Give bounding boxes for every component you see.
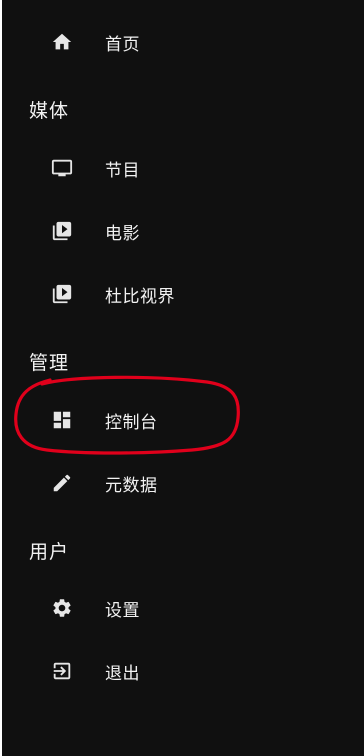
- gear-icon: [50, 596, 74, 620]
- nav-item-home[interactable]: 首页: [4, 18, 364, 66]
- nav-item-label: 杜比视界: [105, 286, 175, 307]
- nav-item-movies[interactable]: 电影: [4, 207, 364, 255]
- nav-item-dashboard[interactable]: 控制台: [4, 396, 364, 444]
- nav-item-label: 节目: [105, 160, 140, 181]
- tv-icon: [50, 156, 74, 180]
- navigation-drawer: 首页 媒体 节目 电影 杜比视界 管理 控制台 元数据 用户 设置 退出: [0, 0, 364, 756]
- section-header-media: 媒体: [29, 100, 70, 122]
- home-icon: [50, 30, 74, 54]
- video-library-icon: [50, 219, 74, 243]
- nav-item-label: 元数据: [105, 475, 158, 496]
- video-library-icon: [50, 282, 74, 306]
- nav-item-settings[interactable]: 设置: [4, 584, 364, 632]
- nav-item-dolby-vision[interactable]: 杜比视界: [4, 270, 364, 318]
- nav-item-label: 首页: [105, 34, 140, 55]
- section-header-admin: 管理: [29, 352, 70, 374]
- dashboard-icon: [50, 408, 74, 432]
- nav-item-label: 电影: [105, 223, 140, 244]
- section-header-user: 用户: [29, 541, 70, 563]
- nav-item-shows[interactable]: 节目: [4, 144, 364, 192]
- nav-item-label: 退出: [105, 663, 140, 684]
- edit-pencil-icon: [50, 471, 74, 495]
- nav-item-label: 设置: [105, 600, 140, 621]
- logout-icon: [50, 659, 74, 683]
- nav-item-label: 控制台: [105, 412, 158, 433]
- nav-item-logout[interactable]: 退出: [4, 647, 364, 695]
- nav-item-metadata[interactable]: 元数据: [4, 459, 364, 507]
